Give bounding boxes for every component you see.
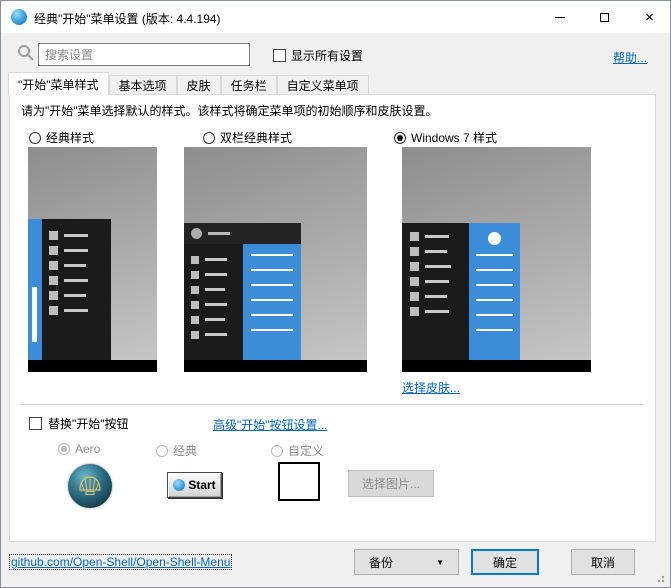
help-link[interactable]: 帮助... <box>613 49 647 66</box>
preview-windows7-style <box>402 147 591 372</box>
option-aero: Aero <box>58 442 100 456</box>
ok-button[interactable]: 确定 <box>471 549 539 575</box>
settings-dialog: 经典"开始"菜单设置 (版本: 4.4.194) × 显示所有设置 帮助... … <box>0 0 671 588</box>
radio-classic-label: 经典 <box>173 442 197 459</box>
maximize-button[interactable] <box>582 1 627 33</box>
preview1-vertical-text-bar <box>32 287 37 342</box>
resize-grip[interactable] <box>655 573 665 583</box>
preview-two-column-style <box>184 147 367 372</box>
tab-skin[interactable]: 皮肤 <box>177 75 221 95</box>
tab-start-menu-style[interactable]: "开始"菜单样式 <box>8 72 109 95</box>
start-shell-icon <box>173 479 185 491</box>
close-button[interactable]: × <box>627 1 671 33</box>
window-title: 经典"开始"菜单设置 (版本: 4.4.194) <box>34 10 221 27</box>
radio-two-column-style-label: 双栏经典样式 <box>220 129 292 146</box>
replace-start-label: 替换"开始"按钮 <box>48 415 129 432</box>
tab-taskbar[interactable]: 任务栏 <box>221 75 277 95</box>
radio-classic-style-label: 经典样式 <box>46 129 94 146</box>
preview2-right-column <box>243 244 301 360</box>
tab-strip: "开始"菜单样式 基本选项 皮肤 任务栏 自定义菜单项 <box>8 72 369 95</box>
custom-image-box <box>278 462 320 501</box>
tab-basic-settings[interactable]: 基本选项 <box>109 75 177 95</box>
show-all-checkbox[interactable] <box>273 49 286 62</box>
preview2-left-column <box>184 244 243 360</box>
preview3-left-column <box>402 223 469 360</box>
shell-glyph-icon <box>77 475 103 497</box>
radio-two-column-style-circle[interactable] <box>203 132 215 144</box>
radio-windows7-style-circle[interactable] <box>394 132 406 144</box>
preview3-orb <box>488 232 501 245</box>
preview1-sidebar-stripe <box>28 219 42 360</box>
radio-classic-style[interactable]: 经典样式 <box>29 129 94 146</box>
radio-aero <box>58 443 70 455</box>
dropdown-arrow-icon: ▼ <box>436 558 444 567</box>
search-input[interactable] <box>38 43 250 66</box>
close-icon: × <box>645 10 654 25</box>
preview1-taskbar <box>28 360 157 372</box>
radio-classic-style-circle[interactable] <box>29 132 41 144</box>
section-divider <box>21 404 644 405</box>
option-custom: 自定义 <box>271 442 324 459</box>
search-icon <box>17 44 34 61</box>
classic-start-button-image: Start <box>167 472 222 498</box>
advanced-start-button-link[interactable]: 高级"开始"按钮设置... <box>213 416 328 433</box>
app-shell-icon <box>11 9 27 25</box>
aero-shell-button-image <box>68 464 112 508</box>
preview3-taskbar <box>402 360 591 372</box>
radio-custom-label: 自定义 <box>288 442 324 459</box>
preview3-right-column <box>469 223 520 360</box>
start-button-text: Start <box>188 478 215 492</box>
cancel-button[interactable]: 取消 <box>571 549 635 575</box>
preview2-user-header <box>184 223 301 244</box>
select-skin-link[interactable]: 选择皮肤... <box>402 379 460 396</box>
title-bar: 经典"开始"菜单设置 (版本: 4.4.194) × <box>1 1 670 33</box>
preview2-taskbar <box>184 360 367 372</box>
show-all-label: 显示所有设置 <box>291 47 363 64</box>
tab-custom-menu-items[interactable]: 自定义菜单项 <box>277 75 369 95</box>
radio-aero-label: Aero <box>75 442 100 456</box>
github-repo-link[interactable]: github.com/Open-Shell/Open-Shell-Menu <box>9 554 232 570</box>
backup-button-label: 备份 <box>369 554 393 571</box>
replace-start-button-option[interactable]: 替换"开始"按钮 <box>29 415 129 432</box>
show-all-settings[interactable]: 显示所有设置 <box>273 47 363 64</box>
radio-custom <box>271 445 283 457</box>
preview-classic-style <box>28 147 157 372</box>
radio-windows7-style-label: Windows 7 样式 <box>411 129 497 146</box>
pick-image-button: 选择图片... <box>348 470 434 497</box>
replace-start-checkbox[interactable] <box>29 417 42 430</box>
option-classic: 经典 <box>156 442 197 459</box>
backup-button[interactable]: 备份 ▼ <box>354 549 459 575</box>
preview1-menu-panel <box>42 219 111 360</box>
maximize-icon <box>600 13 609 22</box>
radio-classic <box>156 445 168 457</box>
instruction-text: 请为"开始"菜单选择默认的样式。该样式将确定菜单项的初始顺序和皮肤设置。 <box>21 102 438 119</box>
minimize-button[interactable] <box>537 1 582 33</box>
minimize-icon <box>555 17 565 18</box>
radio-two-column-style[interactable]: 双栏经典样式 <box>203 129 292 146</box>
radio-windows7-style[interactable]: Windows 7 样式 <box>394 129 497 146</box>
